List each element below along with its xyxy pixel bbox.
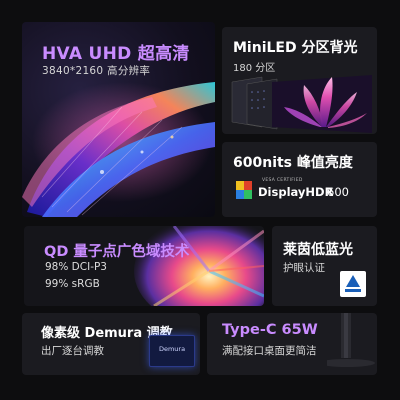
tuv-card: 莱茵低蓝光 护眼认证 bbox=[272, 226, 377, 306]
displayhdr-badge: VESA CERTIFIED DisplayHDR 600 bbox=[236, 178, 349, 202]
qd-dci-p3: 98% DCI-P3 bbox=[45, 261, 107, 273]
qd-card: QD 量子点广色域技术 98% DCI-P3 99% sRGB bbox=[24, 226, 264, 306]
tuv-subtitle: 护眼认证 bbox=[283, 262, 325, 274]
demura-chip-icon: Demura bbox=[149, 335, 195, 367]
typec-subtitle: 满配接口桌面更简洁 bbox=[222, 345, 317, 357]
qd-title: QD 量子点广色域技术 bbox=[44, 244, 190, 260]
demura-chip-label: Demura bbox=[158, 345, 186, 353]
vesa-certified-label: VESA CERTIFIED bbox=[262, 178, 303, 183]
typec-title: Type-C 65W bbox=[222, 322, 318, 338]
qd-srgb: 99% sRGB bbox=[45, 278, 100, 290]
nits-title: 600nits 峰值亮度 bbox=[233, 155, 353, 171]
miniled-card: MiniLED 分区背光 180 分区 bbox=[222, 27, 377, 134]
demura-subtitle: 出厂逐台调教 bbox=[41, 345, 104, 357]
tuv-title: 莱茵低蓝光 bbox=[283, 242, 353, 258]
monitor-stand-image bbox=[327, 313, 375, 367]
typec-card: Type-C 65W 满配接口桌面更简洁 bbox=[207, 313, 377, 375]
nits-card: 600nits 峰值亮度 VESA CERTIFIED DisplayHDR 6… bbox=[222, 142, 377, 217]
demura-card: 像素级 Demura 调教 出厂逐台调教 Demura bbox=[22, 313, 200, 375]
hva-title: HVA UHD 超高清 bbox=[42, 44, 190, 64]
tuv-logo-icon bbox=[340, 271, 366, 297]
displayhdr-label: DisplayHDR bbox=[258, 185, 334, 199]
displayhdr-level: 600 bbox=[327, 185, 349, 199]
miniled-layers-image bbox=[231, 75, 372, 133]
vesa-logo-icon bbox=[236, 181, 252, 199]
hva-subtitle: 3840*2160 高分辨率 bbox=[42, 65, 151, 77]
hva-uhd-card: HVA UHD 超高清 3840*2160 高分辨率 bbox=[22, 22, 215, 217]
